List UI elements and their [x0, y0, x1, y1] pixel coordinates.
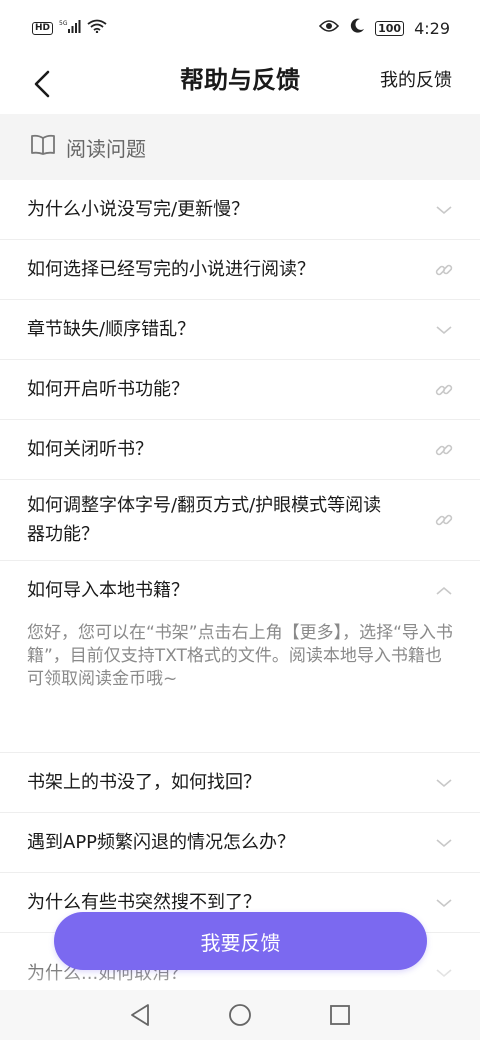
- chevron-down-icon: [434, 963, 454, 983]
- faq-item[interactable]: 遇到APP频繁闪退的情况怎么办？: [0, 813, 480, 873]
- faq-item[interactable]: 如何开启听书功能？: [0, 360, 480, 420]
- navigation-bar: 帮助与反馈 我的反馈: [0, 56, 480, 114]
- status-bar: HD 5G 100 4:29: [0, 0, 480, 56]
- faq-question: 章节缺失/顺序错乱？: [27, 319, 196, 340]
- chevron-down-icon: [434, 200, 454, 220]
- link-icon: [434, 510, 454, 530]
- chevron-down-icon: [434, 773, 454, 793]
- hd-badge: HD: [32, 21, 54, 35]
- chevron-down-icon: [434, 893, 454, 913]
- link-icon: [434, 260, 454, 280]
- section-title: 阅读问题: [66, 136, 146, 161]
- chevron-up-icon: [434, 581, 454, 601]
- link-icon: [434, 380, 454, 400]
- signal-label: 5G: [59, 20, 68, 27]
- clock: 4:29: [414, 18, 450, 38]
- system-home-button[interactable]: [220, 995, 260, 1035]
- faq-question: 为什么小说没写完/更新慢？: [27, 199, 250, 220]
- signal-icon: 5G: [59, 19, 81, 37]
- triangle-back-icon: [131, 1004, 149, 1026]
- faq-answer: 您好，您可以在“书架”点击右上角【更多】，选择“导入书籍”，目前仅支持TXT格式…: [27, 623, 453, 689]
- faq-list: 为什么小说没写完/更新慢？ 如何选择已经写完的小说进行阅读？ 章节缺失/顺序错乱…: [0, 180, 480, 1014]
- book-icon: [30, 134, 56, 160]
- faq-question: 如何开启听书功能？: [27, 379, 189, 400]
- square-recents-icon: [330, 1005, 350, 1025]
- system-recents-button[interactable]: [320, 995, 360, 1035]
- system-back-button[interactable]: [120, 995, 160, 1035]
- faq-item[interactable]: 如何调整字体字号/翻页方式/护眼模式等阅读器功能？: [0, 480, 480, 561]
- wifi-icon: [87, 19, 107, 37]
- faq-question: 书架上的书没了，如何找回？: [27, 772, 261, 793]
- circle-home-icon: [229, 1004, 251, 1026]
- section-header: 阅读问题: [0, 114, 480, 180]
- faq-question: 如何选择已经写完的小说进行阅读？: [27, 259, 315, 280]
- faq-item[interactable]: 为什么小说没写完/更新慢？: [0, 180, 480, 240]
- battery-indicator: 100: [375, 20, 405, 36]
- moon-icon: [349, 18, 365, 38]
- faq-question: 如何关闭听书？: [27, 439, 153, 460]
- system-navigation-bar: [0, 990, 480, 1040]
- faq-question: 遇到APP频繁闪退的情况怎么办？: [27, 832, 296, 853]
- faq-question: 如何导入本地书籍？: [27, 580, 189, 601]
- faq-question: 如何调整字体字号/翻页方式/护眼模式等阅读器功能？: [27, 495, 382, 545]
- faq-item[interactable]: 书架上的书没了，如何找回？: [0, 753, 480, 813]
- faq-item-expanded[interactable]: 如何导入本地书籍？ 您好，您可以在“书架”点击右上角【更多】，选择“导入书籍”，…: [0, 561, 480, 753]
- faq-item[interactable]: 章节缺失/顺序错乱？: [0, 300, 480, 360]
- chevron-down-icon: [434, 320, 454, 340]
- faq-item[interactable]: 如何关闭听书？: [0, 420, 480, 480]
- link-icon: [434, 440, 454, 460]
- faq-item[interactable]: 如何选择已经写完的小说进行阅读？: [0, 240, 480, 300]
- my-feedback-link[interactable]: 我的反馈: [380, 56, 452, 114]
- feedback-button[interactable]: 我要反馈: [54, 912, 427, 970]
- chevron-down-icon: [434, 833, 454, 853]
- eye-icon: [319, 19, 340, 37]
